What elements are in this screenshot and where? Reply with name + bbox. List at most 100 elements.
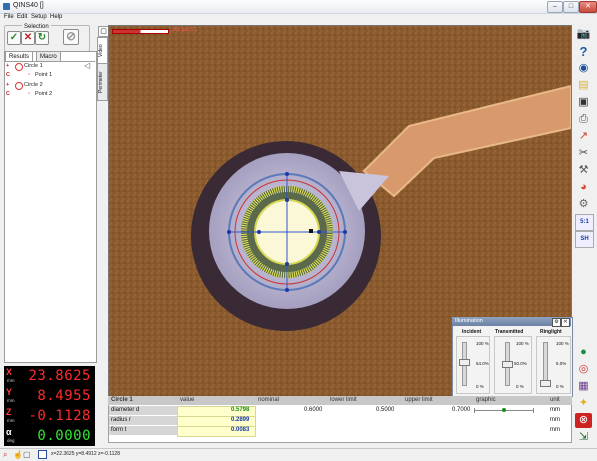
accept-icon[interactable]: ✓: [7, 31, 21, 45]
row-value: 0.0083: [231, 427, 250, 433]
row-unit: mm: [550, 407, 560, 413]
circle-icon: [15, 82, 23, 90]
y-axis-label: Y: [6, 387, 13, 397]
illumination-close-icon[interactable]: ✕: [561, 318, 570, 327]
point-c-icon: C: [6, 72, 10, 78]
row-name: form t: [111, 427, 127, 433]
transmitted-slider-thumb[interactable]: [502, 361, 513, 368]
help-icon[interactable]: ?: [575, 44, 592, 59]
row-lower: 0.5000: [376, 407, 395, 413]
cross-icon[interactable]: ✂: [575, 146, 592, 161]
sh-button[interactable]: SH: [575, 231, 594, 248]
camera-icon[interactable]: 📷: [575, 27, 592, 42]
header-upper-limit: upper limit: [405, 396, 433, 405]
refresh-icon[interactable]: ↻: [35, 31, 49, 45]
ringlight-label: Ringlight: [540, 329, 562, 335]
hand-icon[interactable]: ☝: [13, 450, 23, 459]
row-value: 0.2899: [231, 417, 250, 423]
menu-file[interactable]: File: [4, 14, 14, 20]
row-nominal: 0.6000: [304, 407, 323, 413]
tree-item-point-1[interactable]: Point 1: [35, 72, 52, 78]
scale-label: 300 µm 5.1: [172, 27, 198, 33]
folder-icon[interactable]: ▤: [575, 78, 592, 93]
header-lower-limit: lower limit: [330, 396, 357, 405]
y-value: 8.4955: [37, 388, 91, 404]
incident-slider-thumb[interactable]: [459, 359, 470, 367]
x-unit: mm: [7, 378, 15, 383]
maximize-button[interactable]: □: [563, 1, 579, 13]
scale-bar: 300 µm 5.1: [112, 27, 212, 34]
expand-icon[interactable]: +: [6, 63, 9, 69]
app-logo-icon: [3, 3, 10, 10]
incident-label: Incident: [462, 329, 482, 335]
grid-icon[interactable]: ▦: [575, 379, 592, 394]
header-unit: unit: [550, 396, 560, 405]
reject-icon[interactable]: ✕: [21, 31, 35, 45]
stop-icon[interactable]: ⊗: [575, 413, 592, 428]
results-panel: [4, 51, 97, 363]
tree-item-circle-1[interactable]: Circle 1: [24, 63, 43, 69]
save-icon[interactable]: ▣: [575, 95, 592, 110]
x-value: 23.8625: [28, 368, 91, 384]
scale-button[interactable]: 5:1: [575, 214, 594, 231]
ringlight-min: 0 %: [556, 384, 564, 389]
row-value: 0.5798: [231, 407, 250, 413]
selection-title: Selection: [22, 24, 51, 30]
eye-icon[interactable]: ◉: [575, 61, 592, 76]
no-selection-icon[interactable]: ⊘: [63, 29, 79, 45]
point-icon: ▫: [28, 72, 30, 78]
transmitted-max: 100 %: [516, 341, 529, 346]
status-coords: x=22.3625 y=8.4912 z=-0.1128: [51, 451, 120, 457]
tab-video[interactable]: Video: [97, 37, 108, 64]
frame-icon[interactable]: [38, 450, 47, 459]
color-icon[interactable]: ◕: [575, 180, 592, 195]
alpha-axis-label: α: [6, 427, 12, 437]
z-value: -0.1128: [28, 408, 91, 424]
x-readout: X mm 23.8625: [4, 366, 95, 386]
tree-item-circle-2[interactable]: Circle 2: [24, 82, 43, 88]
incident-value: 54.0%: [476, 361, 489, 366]
ringlight-max: 100 %: [556, 341, 569, 346]
alpha-unit: deg: [7, 438, 15, 443]
tree-item-point-2[interactable]: Point 2: [35, 91, 52, 97]
z-unit: mm: [7, 418, 15, 423]
header-value: value: [180, 396, 195, 405]
ringlight-slider-thumb[interactable]: [540, 379, 551, 387]
circle-icon: [15, 63, 23, 71]
row-unit: mm: [550, 427, 560, 433]
illumination-title: Illumination: [455, 318, 483, 324]
lock-icon[interactable]: ▢: [23, 450, 31, 459]
tool-icon[interactable]: ⌕: [3, 450, 7, 460]
tools-icon[interactable]: ⚒: [575, 163, 592, 178]
menu-help[interactable]: Help: [50, 14, 62, 20]
menu-setup[interactable]: Setup: [31, 14, 47, 20]
pin-icon[interactable]: ⚙: [552, 318, 561, 327]
collapse-arrow-icon[interactable]: ◁: [84, 61, 90, 70]
settings-icon[interactable]: ⚙: [575, 197, 592, 212]
row-name: diameter d: [111, 407, 140, 413]
menu-edit[interactable]: Edit: [17, 14, 27, 20]
point-icon: ▫: [28, 91, 30, 97]
expand-icon[interactable]: +: [6, 82, 9, 88]
x-axis-label: X: [6, 367, 13, 377]
header-nominal: nominal: [258, 396, 280, 405]
close-button[interactable]: ✕: [579, 1, 597, 13]
z-readout: Z mm -0.1128: [4, 406, 95, 426]
tab-perimeter[interactable]: Perimeter: [97, 63, 108, 101]
print-icon[interactable]: ⎙: [575, 112, 592, 127]
alpha-value: 0.0000: [37, 428, 91, 444]
green-circle-icon[interactable]: ●: [575, 345, 592, 360]
y-readout: Y mm 8.4955: [4, 386, 95, 406]
transmitted-label: Transmitted: [495, 329, 524, 335]
measure-icon[interactable]: ↗: [575, 129, 592, 144]
minimize-button[interactable]: –: [547, 1, 563, 13]
point-c-icon: C: [6, 91, 10, 97]
target-icon[interactable]: ◎: [575, 362, 592, 377]
row-name: radius r: [111, 417, 132, 423]
bulb-icon[interactable]: ✦: [575, 396, 592, 411]
header-graphic: graphic: [476, 396, 496, 405]
exit-icon[interactable]: ⇲: [575, 430, 592, 445]
ringlight-value: 5.0%: [556, 361, 567, 366]
y-unit: mm: [7, 398, 15, 403]
transmitted-min: 0 %: [516, 384, 524, 389]
